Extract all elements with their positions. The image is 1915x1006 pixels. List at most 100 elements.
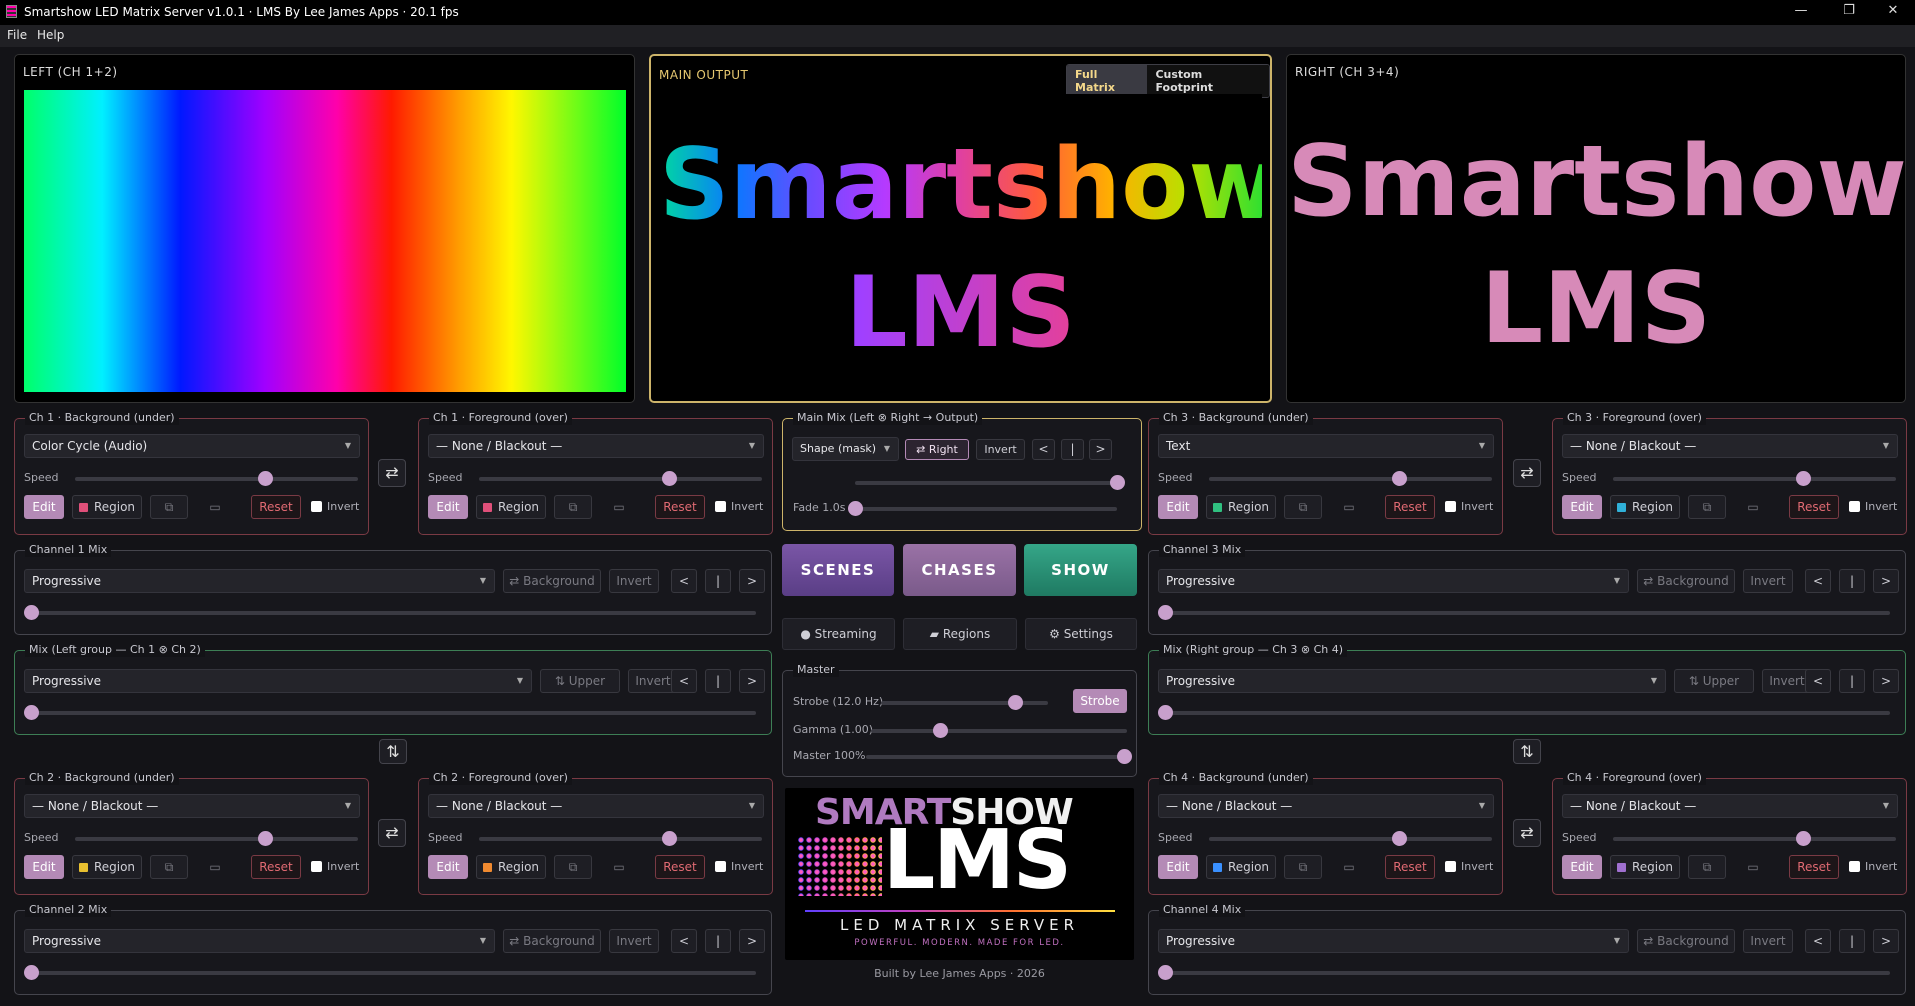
ch3fg-region-button[interactable]: Region — [1610, 495, 1680, 519]
copy-icon[interactable]: ⧉ — [554, 495, 592, 519]
ch1mix-mid-button[interactable]: | — [705, 569, 731, 593]
ch4fg-speed-slider[interactable] — [1613, 831, 1896, 846]
ch2bg-reset-button[interactable]: Reset — [251, 855, 301, 879]
custom-footprint-button[interactable]: Custom Footprint — [1147, 65, 1269, 97]
main-mix-prev-button[interactable]: < — [1032, 439, 1055, 460]
leftmix-mid-button[interactable]: | — [705, 669, 731, 693]
minimize-button[interactable]: — — [1779, 0, 1823, 25]
leftmix-prev-button[interactable]: < — [671, 669, 697, 693]
strobe-knob[interactable] — [1007, 695, 1023, 710]
ch1fg-speed-slider[interactable] — [479, 471, 762, 486]
ch3fg-reset-button[interactable]: Reset — [1789, 495, 1839, 519]
ch1mix-crossfade-slider[interactable] — [24, 605, 756, 620]
ch4mix-mid-button[interactable]: | — [1839, 929, 1865, 953]
ch3fg-effect-select[interactable]: — None / Blackout — ▼ — [1562, 434, 1898, 458]
copy-icon[interactable]: ⧉ — [554, 855, 592, 879]
ch3mix-invert-button[interactable]: Invert — [1743, 569, 1793, 593]
ch2bg-speed-slider[interactable] — [75, 831, 358, 846]
rightmix-target-button[interactable]: ⇅ Upper — [1674, 669, 1754, 693]
strobe-button[interactable]: Strobe — [1073, 689, 1127, 713]
ch1-swap-button[interactable]: ⇄ — [378, 459, 406, 487]
ch2bg-effect-select[interactable]: — None / Blackout — ▼ — [24, 794, 360, 818]
ch1fg-invert-checkbox[interactable]: Invert — [715, 500, 763, 513]
leftmix-next-button[interactable]: > — [739, 669, 765, 693]
rightmix-crossfade-knob[interactable] — [1158, 705, 1173, 720]
main-mix-mode-select[interactable]: Shape (mask) ▼ — [792, 437, 899, 461]
ch1fg-speed-knob[interactable] — [661, 471, 677, 486]
copy-icon[interactable]: ⧉ — [1284, 495, 1322, 519]
ch1bg-speed-slider[interactable] — [75, 471, 358, 486]
ch1fg-edit-button[interactable]: Edit — [428, 495, 468, 519]
paste-icon[interactable]: ▭ — [196, 855, 234, 879]
gamma-knob[interactable] — [933, 723, 949, 738]
leftmix-mode-select[interactable]: Progressive ▼ — [24, 669, 532, 693]
ch1bg-reset-button[interactable]: Reset — [251, 495, 301, 519]
ch2fg-invert-checkbox[interactable]: Invert — [715, 860, 763, 873]
ch3mix-target-button[interactable]: ⇄ Background — [1637, 569, 1735, 593]
ch4mix-invert-button[interactable]: Invert — [1743, 929, 1793, 953]
ch4fg-invert-checkbox[interactable]: Invert — [1849, 860, 1897, 873]
ch4mix-mode-select[interactable]: Progressive ▼ — [1158, 929, 1629, 953]
gamma-slider[interactable] — [871, 723, 1127, 738]
ch2bg-invert-checkbox[interactable]: Invert — [311, 860, 359, 873]
ch3-swap-button[interactable]: ⇄ — [1513, 459, 1541, 487]
ch4fg-reset-button[interactable]: Reset — [1789, 855, 1839, 879]
ch3bg-effect-select[interactable]: Text ▼ — [1158, 434, 1494, 458]
show-button[interactable]: SHOW — [1024, 544, 1137, 596]
ch4fg-speed-knob[interactable] — [1795, 831, 1811, 846]
ch3mix-mode-select[interactable]: Progressive ▼ — [1158, 569, 1629, 593]
ch2fg-effect-select[interactable]: — None / Blackout — ▼ — [428, 794, 764, 818]
ch1fg-region-button[interactable]: Region — [476, 495, 546, 519]
paste-icon[interactable]: ▭ — [600, 495, 638, 519]
ch3mix-next-button[interactable]: > — [1873, 569, 1899, 593]
paste-icon[interactable]: ▭ — [1734, 855, 1772, 879]
paste-icon[interactable]: ▭ — [600, 855, 638, 879]
copy-icon[interactable]: ⧉ — [150, 855, 188, 879]
ch2fg-region-button[interactable]: Region — [476, 855, 546, 879]
ch2fg-edit-button[interactable]: Edit — [428, 855, 468, 879]
ch1bg-invert-checkbox[interactable]: Invert — [311, 500, 359, 513]
right-group-swap-button[interactable]: ⇅ — [1513, 739, 1541, 764]
ch3bg-speed-slider[interactable] — [1209, 471, 1492, 486]
main-mix-fade-slider[interactable] — [848, 501, 1117, 516]
ch4bg-speed-knob[interactable] — [1391, 831, 1407, 846]
ch1fg-reset-button[interactable]: Reset — [655, 495, 705, 519]
ch2-swap-button[interactable]: ⇄ — [378, 819, 406, 847]
ch4mix-prev-button[interactable]: < — [1805, 929, 1831, 953]
maximize-button[interactable]: ❐ — [1827, 0, 1871, 25]
left-group-swap-button[interactable]: ⇅ — [379, 739, 407, 764]
ch3bg-invert-checkbox[interactable]: Invert — [1445, 500, 1493, 513]
master-level-knob[interactable] — [1117, 749, 1132, 764]
ch4bg-region-button[interactable]: Region — [1206, 855, 1276, 879]
ch4mix-target-button[interactable]: ⇄ Background — [1637, 929, 1735, 953]
ch1bg-edit-button[interactable]: Edit — [24, 495, 64, 519]
copy-icon[interactable]: ⧉ — [150, 495, 188, 519]
scenes-button[interactable]: SCENES — [782, 544, 894, 596]
rightmix-mode-select[interactable]: Progressive ▼ — [1158, 669, 1666, 693]
ch1mix-invert-button[interactable]: Invert — [609, 569, 659, 593]
ch3bg-reset-button[interactable]: Reset — [1385, 495, 1435, 519]
menu-file[interactable]: File — [7, 28, 27, 42]
leftmix-crossfade-slider[interactable] — [24, 705, 756, 720]
ch2fg-speed-knob[interactable] — [661, 831, 677, 846]
ch1mix-prev-button[interactable]: < — [671, 569, 697, 593]
ch1fg-effect-select[interactable]: — None / Blackout — ▼ — [428, 434, 764, 458]
rightmix-next-button[interactable]: > — [1873, 669, 1899, 693]
ch3bg-edit-button[interactable]: Edit — [1158, 495, 1198, 519]
ch4bg-speed-slider[interactable] — [1209, 831, 1492, 846]
ch1mix-next-button[interactable]: > — [739, 569, 765, 593]
ch3bg-speed-knob[interactable] — [1391, 471, 1407, 486]
strobe-slider[interactable] — [881, 695, 1048, 710]
ch4mix-crossfade-slider[interactable] — [1158, 965, 1890, 980]
ch4fg-edit-button[interactable]: Edit — [1562, 855, 1602, 879]
ch4bg-effect-select[interactable]: — None / Blackout — ▼ — [1158, 794, 1494, 818]
ch1bg-effect-select[interactable]: Color Cycle (Audio) ▼ — [24, 434, 360, 458]
ch4bg-invert-checkbox[interactable]: Invert — [1445, 860, 1493, 873]
ch3mix-mid-button[interactable]: | — [1839, 569, 1865, 593]
ch4fg-effect-select[interactable]: — None / Blackout — ▼ — [1562, 794, 1898, 818]
ch2mix-invert-button[interactable]: Invert — [609, 929, 659, 953]
ch2bg-region-button[interactable]: Region — [72, 855, 142, 879]
menu-help[interactable]: Help — [37, 28, 64, 42]
rightmix-crossfade-slider[interactable] — [1158, 705, 1890, 720]
ch2mix-mid-button[interactable]: | — [705, 929, 731, 953]
